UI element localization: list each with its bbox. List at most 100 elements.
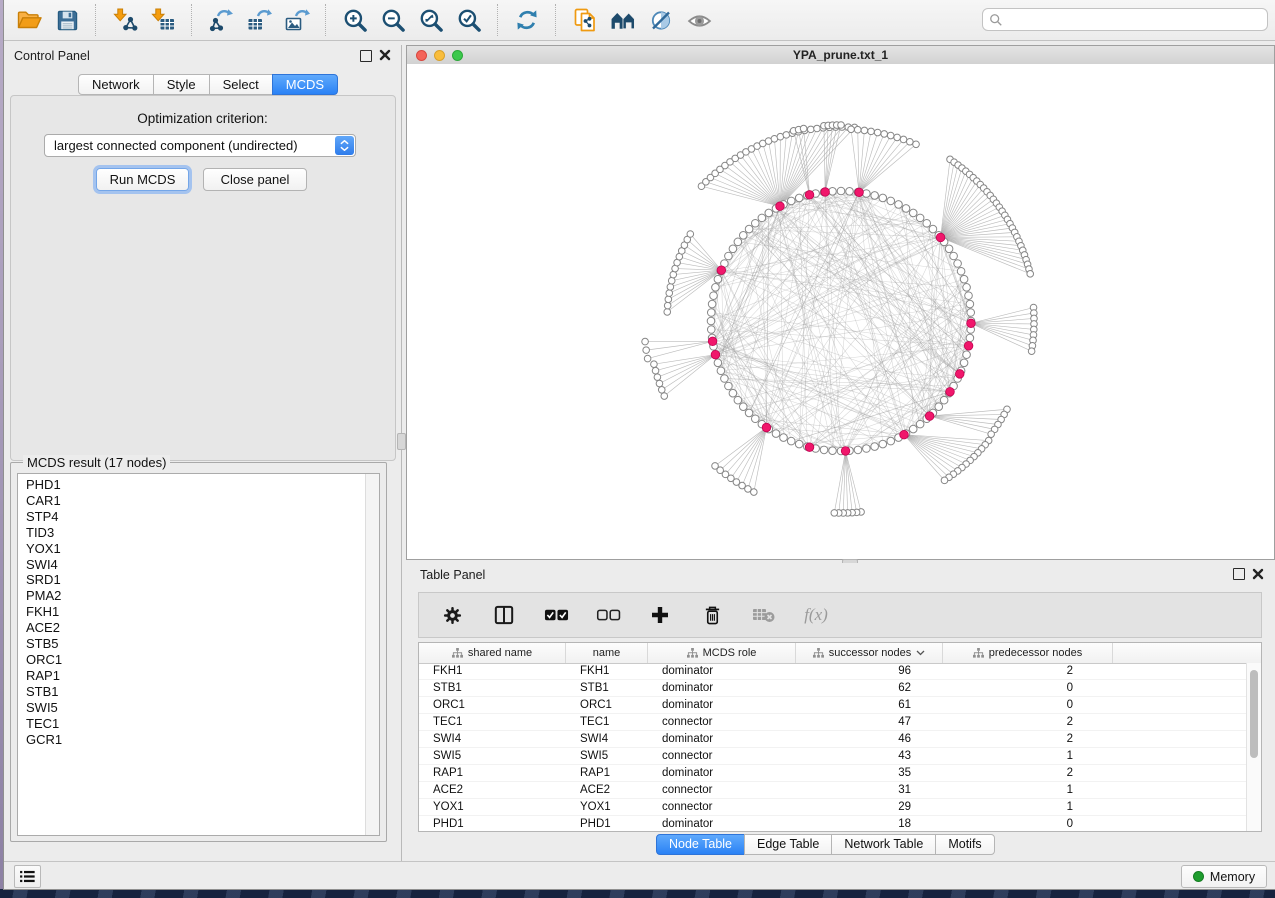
mcds-result-item[interactable]: STB1 — [18, 684, 365, 700]
table-row[interactable]: STB1STB1dominator620 — [419, 680, 1247, 697]
ring-node[interactable] — [945, 245, 953, 253]
table-cell[interactable]: ACE2 — [566, 782, 648, 798]
ring-node[interactable] — [661, 393, 668, 400]
hub-node[interactable] — [805, 443, 814, 452]
ring-node[interactable] — [954, 260, 962, 268]
ring-node[interactable] — [734, 238, 742, 246]
ring-node[interactable] — [879, 440, 887, 448]
table-cell[interactable]: SWI5 — [566, 748, 648, 764]
export-table-button[interactable] — [243, 4, 275, 36]
table-cell[interactable] — [1085, 680, 1247, 696]
select-all-columns-button[interactable] — [540, 599, 572, 631]
hub-node[interactable] — [762, 423, 771, 432]
ring-node[interactable] — [929, 225, 937, 233]
ring-node[interactable] — [941, 477, 948, 484]
hub-node[interactable] — [900, 430, 909, 439]
ring-node[interactable] — [734, 396, 742, 404]
ring-node[interactable] — [721, 375, 729, 383]
hub-node[interactable] — [717, 266, 726, 275]
table-cell[interactable]: FKH1 — [419, 663, 566, 679]
table-cell[interactable]: connector — [648, 748, 796, 764]
table-cell[interactable]: dominator — [648, 731, 796, 747]
ring-node[interactable] — [837, 187, 845, 195]
ring-node[interactable] — [814, 125, 821, 132]
ring-node[interactable] — [745, 225, 753, 233]
ring-node[interactable] — [940, 396, 948, 404]
ring-node[interactable] — [965, 292, 973, 300]
tab-style[interactable]: Style — [153, 74, 210, 95]
ring-node[interactable] — [868, 128, 875, 135]
ring-node[interactable] — [666, 290, 673, 297]
ring-node[interactable] — [714, 359, 722, 367]
ring-node[interactable] — [894, 134, 901, 141]
ring-node[interactable] — [725, 252, 733, 260]
ring-node[interactable] — [708, 300, 716, 308]
ring-node[interactable] — [729, 389, 737, 397]
table-cell[interactable]: 1 — [929, 799, 1085, 815]
table-row[interactable]: SWI5SWI5connector431 — [419, 748, 1247, 765]
ring-node[interactable] — [1027, 271, 1034, 278]
close-table-panel-icon[interactable] — [1252, 568, 1264, 580]
ring-node[interactable] — [871, 443, 879, 451]
table-row[interactable]: YOX1YOX1connector291 — [419, 799, 1247, 816]
mcds-result-item[interactable]: TID3 — [18, 525, 365, 541]
ring-node[interactable] — [966, 300, 974, 308]
table-cell[interactable] — [1085, 748, 1247, 764]
hub-node[interactable] — [967, 319, 976, 328]
ring-node[interactable] — [714, 275, 722, 283]
memory-button[interactable]: Memory — [1181, 865, 1267, 888]
ring-node[interactable] — [772, 430, 780, 438]
mcds-result-list[interactable]: PHD1CAR1STP4TID3YOX1SWI4SRD1PMA2FKH1ACE2… — [17, 473, 380, 836]
tab-edge-table[interactable]: Edge Table — [744, 834, 832, 855]
ring-node[interactable] — [916, 214, 924, 222]
network-window-titlebar[interactable]: YPA_prune.txt_1 — [407, 46, 1274, 65]
table-cell[interactable]: TEC1 — [419, 714, 566, 730]
table-row[interactable]: TEC1TEC1connector472 — [419, 714, 1247, 731]
table-cell[interactable]: SWI4 — [566, 731, 648, 747]
table-cell[interactable]: 0 — [929, 697, 1085, 713]
ring-node[interactable] — [787, 197, 795, 205]
table-cell[interactable]: PHD1 — [419, 816, 566, 831]
table-cell[interactable]: RAP1 — [566, 765, 648, 781]
table-cell[interactable]: 1 — [929, 782, 1085, 798]
ring-node[interactable] — [829, 187, 837, 195]
tab-network-table[interactable]: Network Table — [831, 834, 936, 855]
ring-node[interactable] — [957, 267, 965, 275]
table-cell[interactable]: YOX1 — [566, 799, 648, 815]
ring-node[interactable] — [654, 374, 661, 381]
table-row[interactable]: FKH1FKH1dominator962 — [419, 663, 1247, 680]
ring-node[interactable] — [831, 510, 838, 517]
mcds-result-item[interactable]: GCR1 — [18, 732, 365, 748]
delete-columns-button[interactable] — [696, 599, 728, 631]
table-cell[interactable]: ORC1 — [566, 697, 648, 713]
ring-node[interactable] — [795, 194, 803, 202]
ring-node[interactable] — [848, 126, 855, 133]
column-header-predecessor-nodes[interactable]: predecessor nodes — [943, 643, 1113, 663]
save-session-button[interactable] — [51, 4, 83, 36]
table-row[interactable]: ACE2ACE2connector311 — [419, 782, 1247, 799]
export-network-button[interactable] — [205, 4, 237, 36]
table-settings-button[interactable] — [436, 599, 468, 631]
ring-node[interactable] — [712, 284, 720, 292]
table-cell[interactable] — [1085, 697, 1247, 713]
ring-node[interactable] — [874, 129, 881, 136]
deselect-all-columns-button[interactable] — [592, 599, 624, 631]
ring-node[interactable] — [1028, 348, 1035, 355]
ring-node[interactable] — [871, 192, 879, 200]
ring-node[interactable] — [751, 415, 759, 423]
refresh-button[interactable] — [511, 4, 543, 36]
table-cell[interactable]: 0 — [929, 680, 1085, 696]
table-cell[interactable]: 2 — [929, 714, 1085, 730]
table-cell[interactable]: connector — [648, 782, 796, 798]
export-image-button[interactable] — [281, 4, 313, 36]
clone-network-button[interactable] — [569, 4, 601, 36]
table-cell[interactable]: 2 — [929, 765, 1085, 781]
ring-node[interactable] — [846, 187, 854, 195]
ring-node[interactable] — [668, 277, 675, 284]
ring-node[interactable] — [854, 126, 861, 133]
mcds-result-item[interactable]: ORC1 — [18, 652, 365, 668]
ring-node[interactable] — [687, 231, 694, 238]
table-cell[interactable]: ORC1 — [419, 697, 566, 713]
column-header-mcds-role[interactable]: MCDS role — [648, 643, 796, 663]
ring-node[interactable] — [758, 214, 766, 222]
